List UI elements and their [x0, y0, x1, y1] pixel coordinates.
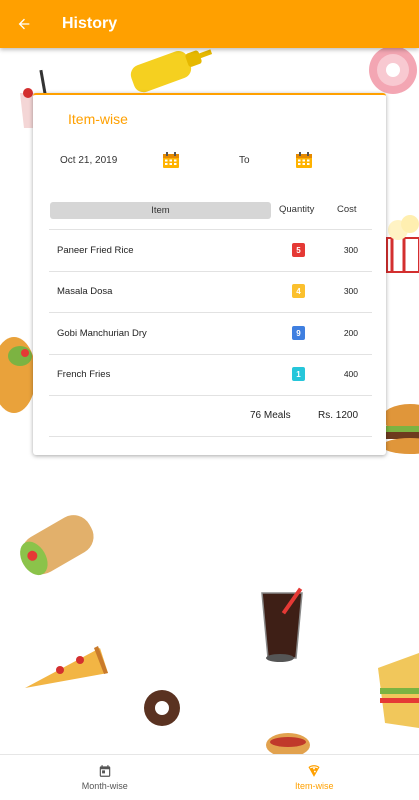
arrow-back-icon: [18, 18, 30, 30]
nav-month-wise-label: Month-wise: [81, 781, 128, 791]
divider: [49, 395, 372, 396]
pizza-slice-icon: [25, 646, 108, 688]
page-title: History: [62, 15, 118, 32]
row-item-name: Gobi Manchurian Dry: [57, 328, 147, 339]
taco-icon: [0, 337, 36, 413]
back-button[interactable]: [0, 0, 48, 48]
divider: [49, 436, 372, 437]
app-bar: History: [0, 0, 419, 48]
row-cost: 300: [343, 286, 358, 296]
donut-icon: [369, 48, 417, 94]
hotdog-icon: [266, 733, 310, 754]
table-row: Masala Dosa 4 300: [49, 271, 372, 312]
card-title: Item-wise: [68, 111, 128, 127]
bottom-navigation: Month-wise Item-wise: [0, 754, 419, 800]
item-wise-card: Item-wise Oct 21, 2019 To Item Quantity …: [33, 93, 386, 455]
pizza-icon: [308, 765, 320, 777]
row-cost: 300: [343, 245, 358, 255]
table-row: French Fries 1 400: [49, 354, 372, 395]
nav-month-wise[interactable]: Month-wise: [0, 755, 210, 800]
row-cost: 400: [343, 369, 358, 379]
nav-item-wise-label: Item-wise: [294, 781, 334, 791]
calendar-icon[interactable]: [295, 151, 313, 169]
quantity-badge: 9: [292, 326, 305, 340]
from-date[interactable]: Oct 21, 2019: [60, 155, 117, 166]
quantity-badge: 1: [292, 367, 305, 381]
burrito-icon: [20, 515, 94, 576]
donut-icon: [144, 690, 180, 726]
row-cost: 200: [343, 328, 358, 338]
row-item-name: Paneer Fried Rice: [57, 245, 134, 256]
calendar-icon: [99, 765, 110, 777]
row-item-name: French Fries: [57, 369, 111, 380]
to-label: To: [239, 155, 250, 166]
sandwich-icon: [378, 653, 419, 728]
nav-item-wise[interactable]: Item-wise: [210, 755, 419, 800]
quantity-badge: 4: [292, 284, 305, 298]
calendar-icon[interactable]: [162, 151, 180, 169]
quantity-badge: 5: [292, 243, 305, 257]
total-meals: 76 Meals: [250, 410, 291, 421]
popcorn-icon: [386, 215, 419, 273]
mustard-bottle-icon: [130, 49, 213, 93]
table-row: Paneer Fried Rice 5 300: [49, 230, 372, 271]
total-cost: Rs. 1200: [318, 410, 359, 421]
header-item: Item: [50, 202, 271, 219]
header-cost: Cost: [337, 204, 357, 215]
header-quantity: Quantity: [279, 204, 315, 215]
cola-glass-icon: [261, 587, 303, 662]
table-row: Gobi Manchurian Dry 9 200: [49, 313, 372, 354]
row-item-name: Masala Dosa: [57, 286, 113, 297]
burger-icon: [382, 404, 419, 454]
